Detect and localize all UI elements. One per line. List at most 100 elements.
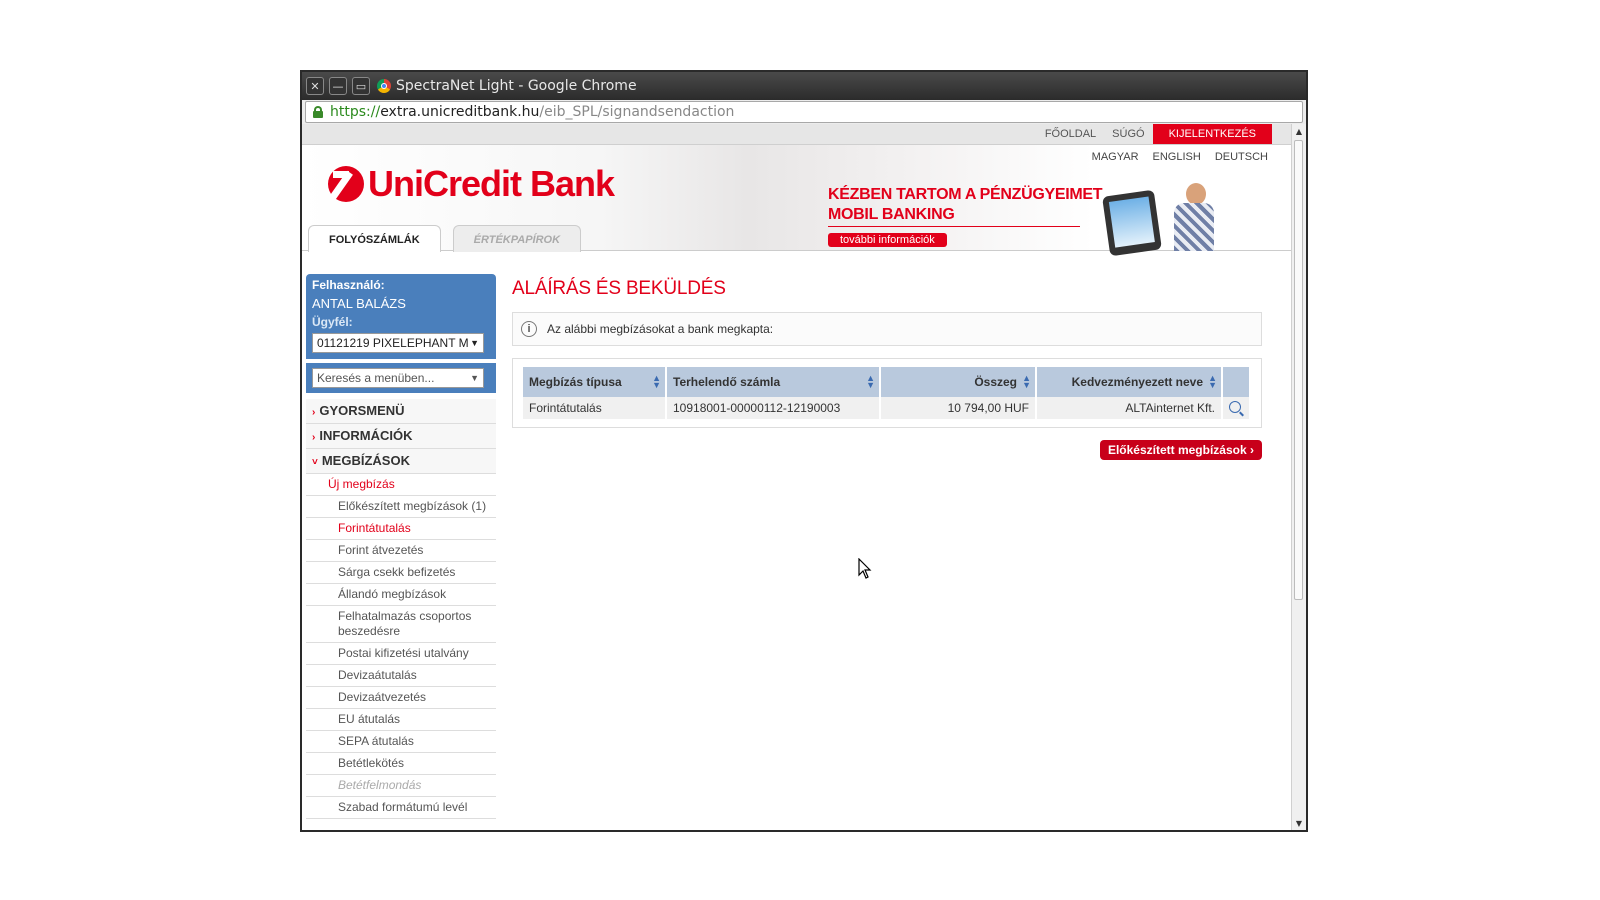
client-label: Ügyfél: <box>312 315 353 329</box>
orders-table: Megbízás típusa ▲ ▼ Terhelendő számla ▲ ▼ Ös… <box>523 367 1251 419</box>
url-scheme: https:// <box>330 104 381 120</box>
scroll-down-arrow-icon[interactable]: ▼ <box>1292 816 1306 830</box>
help-link[interactable]: SÚGÓ <box>1104 124 1152 144</box>
lang-english[interactable]: ENGLISH <box>1153 151 1201 163</box>
window-title: SpectraNet Light - Google Chrome <box>396 78 637 94</box>
menu-direct-debit-authorization[interactable]: Felhatalmazás csoportos beszedésre <box>306 606 496 643</box>
menu-eu-transfer[interactable]: EU átutalás <box>306 709 496 731</box>
unicredit-logo-icon <box>328 166 364 202</box>
page-content: FŐOLDAL SÚGÓ KIJELENTKEZÉS MAGYAR ENGLIS… <box>302 124 1292 830</box>
client-select[interactable]: 01121219 PIXELEPHANT M ▼ <box>312 333 484 353</box>
user-name: ANTAL BALÁZS <box>312 296 406 311</box>
url-field[interactable]: https://extra.unicreditbank.hu/eib_SPL/s… <box>305 101 1303 123</box>
title-bar: ✕ — ▭ SpectraNet Light - Google Chrome <box>302 72 1306 100</box>
menu-yellow-cheque[interactable]: Sárga csekk befizetés <box>306 562 496 584</box>
logo-text: UniCredit Bank <box>368 163 615 204</box>
scrollbar-thumb[interactable] <box>1294 140 1303 600</box>
sidebar-menu: › GYORSMENÜ › INFORMÁCIÓK ˅ MEGBÍZÁSOK Új m… <box>306 399 496 819</box>
address-bar: https://extra.unicreditbank.hu/eib_SPL/s… <box>302 100 1306 125</box>
chrome-icon <box>377 79 391 93</box>
tab-accounts[interactable]: FOLYÓSZÁMLÁK <box>308 225 441 252</box>
col-debit-account-label: Terhelendő számla <box>673 375 781 389</box>
col-beneficiary[interactable]: Kedvezményezett neve ▲ ▼ <box>1036 367 1223 397</box>
banner-divider <box>828 226 1080 227</box>
language-switcher: MAGYAR ENGLISH DEUTSCH <box>1092 151 1268 163</box>
lang-deutsch[interactable]: DEUTSCH <box>1215 151 1268 163</box>
lang-magyar[interactable]: MAGYAR <box>1092 151 1139 163</box>
client-select-value: 01121219 PIXELEPHANT M <box>317 336 469 350</box>
prepared-orders-button[interactable]: Előkészített megbízások › <box>1099 440 1262 460</box>
col-order-type[interactable]: Megbízás típusa ▲ ▼ <box>523 367 667 397</box>
page-header: MAGYAR ENGLISH DEUTSCH UniCredit Bank FO… <box>302 145 1292 257</box>
page-title: ALÁÍRÁS ÉS BEKÜLDÉS <box>512 278 726 299</box>
menu-quick[interactable]: › GYORSMENÜ <box>306 399 496 424</box>
col-amount[interactable]: Összeg ▲ ▼ <box>880 367 1037 397</box>
menu-postal-payment-order[interactable]: Postai kifizetési utalvány <box>306 643 496 665</box>
url-host: extra.unicreditbank.hu <box>380 104 540 120</box>
col-amount-label: Összeg <box>974 375 1017 389</box>
orders-table-container: Megbízás típusa ▲ ▼ Terhelendő számla ▲ ▼ Ös… <box>512 358 1262 428</box>
sort-icon: ▲ ▼ <box>652 373 661 390</box>
menu-information-label: INFORMÁCIÓK <box>319 428 413 443</box>
cell-order-type: Forintátutalás <box>523 397 667 419</box>
cell-beneficiary: ALTAinternet Kft. <box>1036 397 1223 419</box>
menu-sepa-transfer[interactable]: SEPA átutalás <box>306 731 496 753</box>
mouse-cursor-icon <box>858 558 872 579</box>
main-panel: ALÁÍRÁS ÉS BEKÜLDÉS i Az alábbi megbízás… <box>512 274 1262 460</box>
tab-securities[interactable]: ÉRTÉKPAPÍROK <box>452 225 582 252</box>
menu-huf-transfer[interactable]: Forintátutalás <box>306 518 496 540</box>
chevron-down-icon: ˅ <box>312 457 318 468</box>
chevron-right-icon: › <box>312 432 316 443</box>
main-tabs: FOLYÓSZÁMLÁK ÉRTÉKPAPÍROK <box>308 225 593 252</box>
sort-icon: ▲ ▼ <box>1208 373 1217 390</box>
banner-line2: MOBIL BANKING <box>828 206 955 223</box>
sort-icon: ▲ ▼ <box>1022 373 1031 390</box>
menu-information[interactable]: › INFORMÁCIÓK <box>306 424 496 449</box>
person-image <box>1162 183 1222 253</box>
maximize-window-button[interactable]: ▭ <box>352 77 370 95</box>
col-beneficiary-label: Kedvezményezett neve <box>1071 375 1203 389</box>
chevron-right-icon: › <box>1250 443 1254 457</box>
more-info-button[interactable]: további információk <box>828 233 947 247</box>
chevron-down-icon: ▼ <box>470 373 479 383</box>
menu-huf-internal-transfer[interactable]: Forint átvezetés <box>306 540 496 562</box>
cell-amount: 10 794,00 HUF <box>880 397 1037 419</box>
menu-fx-transfer[interactable]: Devizaátutalás <box>306 665 496 687</box>
user-panel: Felhasználó: ANTAL BALÁZS Ügyfél: 011212… <box>306 274 496 359</box>
menu-deposit[interactable]: Betétlekötés <box>306 753 496 775</box>
menu-search-placeholder: Keresés a menüben... <box>317 371 435 385</box>
menu-quick-label: GYORSMENÜ <box>319 403 405 418</box>
unicredit-logo[interactable]: UniCredit Bank <box>328 163 615 205</box>
cell-debit-account: 10918001-00000112-12190003 <box>666 397 881 419</box>
menu-search-panel: Keresés a menüben... ▼ <box>306 363 496 393</box>
menu-prepared-orders[interactable]: Előkészített megbízások (1) <box>306 496 496 518</box>
menu-standing-orders[interactable]: Állandó megbízások <box>306 584 496 606</box>
sidebar: Felhasználó: ANTAL BALÁZS Ügyfél: 011212… <box>306 274 496 819</box>
menu-free-format-letter[interactable]: Szabad formátumú levél <box>306 797 496 819</box>
minimize-window-button[interactable]: — <box>329 77 347 95</box>
lock-icon <box>312 106 324 118</box>
col-debit-account[interactable]: Terhelendő számla ▲ ▼ <box>666 367 881 397</box>
info-icon: i <box>521 321 537 337</box>
close-window-button[interactable]: ✕ <box>306 77 324 95</box>
top-navigation: FŐOLDAL SÚGÓ KIJELENTKEZÉS <box>302 124 1292 145</box>
menu-fx-internal-transfer[interactable]: Devizaátvezetés <box>306 687 496 709</box>
user-label: Felhasználó: <box>312 278 385 292</box>
mobile-banking-banner[interactable]: KÉZBEN TARTOM A PÉNZÜGYEIMET MOBIL BANKI… <box>828 185 1103 248</box>
logout-button[interactable]: KIJELENTKEZÉS <box>1152 124 1272 144</box>
info-message: i Az alábbi megbízásokat a bank megkapta… <box>512 312 1262 346</box>
col-order-type-label: Megbízás típusa <box>529 375 622 389</box>
banner-line1: KÉZBEN TARTOM A PÉNZÜGYEIMET <box>828 186 1103 203</box>
chevron-right-icon: › <box>312 407 316 418</box>
menu-new-order[interactable]: Új megbízás <box>306 474 496 496</box>
url-path: /eib_SPL/signandsendaction <box>539 104 735 120</box>
table-row: Forintátutalás 10918001-00000112-1219000… <box>523 397 1251 419</box>
menu-search-select[interactable]: Keresés a menüben... ▼ <box>312 368 484 388</box>
menu-orders[interactable]: ˅ MEGBÍZÁSOK <box>306 449 496 474</box>
home-link[interactable]: FŐOLDAL <box>1037 124 1104 144</box>
scroll-up-arrow-icon[interactable]: ▲ <box>1292 124 1306 138</box>
vertical-scrollbar[interactable]: ▲ ▼ <box>1291 124 1306 830</box>
cell-details[interactable] <box>1222 397 1251 419</box>
magnifier-icon[interactable] <box>1229 400 1241 413</box>
browser-window: ✕ — ▭ SpectraNet Light - Google Chrome h… <box>300 70 1308 832</box>
